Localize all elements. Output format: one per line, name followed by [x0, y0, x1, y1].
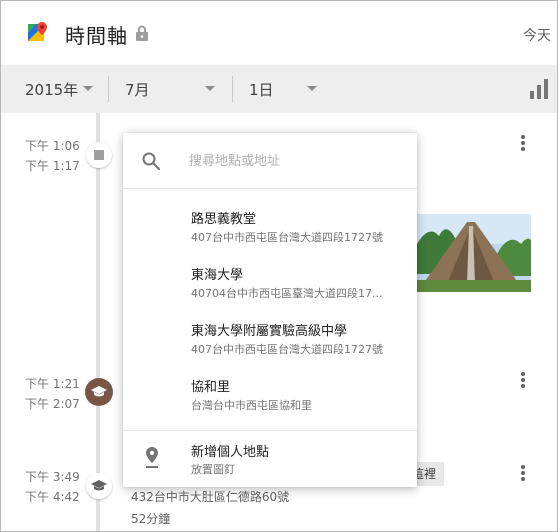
result-name: 路思義教堂	[191, 212, 257, 227]
search-result-item[interactable]: 東海大學 40704台中市西屯區臺灣大道四段17...	[123, 262, 417, 318]
divider	[232, 76, 233, 102]
search-result-item[interactable]: 協和里 台灣台中市西屯區協和里	[123, 374, 417, 430]
entry-start-time: 下午 1:21	[25, 377, 80, 391]
search-icon	[142, 152, 161, 171]
add-place-sublabel: 放置圖釘	[191, 463, 235, 476]
result-name: 協和里	[191, 380, 231, 395]
day-dropdown[interactable]: 1日	[249, 65, 323, 113]
more-options-icon[interactable]	[520, 372, 526, 390]
search-input[interactable]	[189, 150, 399, 172]
church-photo-image	[417, 214, 531, 292]
chevron-down-icon	[83, 86, 93, 91]
search-row	[123, 133, 417, 189]
divider	[108, 76, 109, 102]
add-personal-place-button[interactable]: 新增個人地點 放置圖釘	[123, 431, 417, 487]
page-title: 時間軸	[65, 24, 128, 48]
timeline-line	[96, 113, 100, 532]
year-dropdown[interactable]: 2015年	[25, 65, 99, 113]
stop-node-icon	[86, 142, 112, 168]
entry-start-time: 下午 3:49	[25, 470, 80, 484]
place-address: 432台中市大肚區仁德路60號	[131, 490, 290, 504]
map-pin-icon	[146, 447, 158, 468]
entry-end-time: 下午 4:42	[25, 490, 80, 504]
chevron-down-icon	[307, 86, 317, 91]
more-options-icon[interactable]	[520, 465, 526, 483]
google-maps-logo-icon[interactable]	[27, 21, 49, 43]
month-value: 7月	[125, 80, 150, 99]
day-value: 1日	[249, 80, 274, 99]
chevron-down-icon	[205, 86, 215, 91]
result-address: 407台中市西屯區台灣大道四段1727號	[191, 231, 383, 244]
result-address: 台灣台中市西屯區協和里	[191, 399, 312, 412]
lock-icon[interactable]	[135, 25, 149, 41]
entry-end-time: 下午 1:17	[25, 159, 80, 173]
education-node-icon	[86, 473, 112, 499]
result-address: 40704台中市西屯區臺灣大道四段17...	[191, 287, 383, 300]
place-search-popup: 路思義教堂 407台中市西屯區台灣大道四段1727號 東海大學 40704台中市…	[123, 133, 417, 487]
header-bar: 時間軸 今天	[1, 1, 557, 65]
search-result-item[interactable]: 路思義教堂 407台中市西屯區台灣大道四段1727號	[123, 206, 417, 262]
result-name: 東海大學	[191, 268, 244, 283]
month-dropdown[interactable]: 7月	[125, 65, 221, 113]
year-value: 2015年	[25, 80, 79, 99]
place-photo[interactable]	[417, 214, 531, 292]
place-duration: 52分鐘	[131, 512, 171, 526]
bar-chart-icon[interactable]	[530, 79, 548, 99]
more-options-icon[interactable]	[520, 135, 526, 153]
entry-end-time: 下午 2:07	[25, 397, 80, 411]
add-place-label: 新增個人地點	[191, 445, 270, 460]
result-name: 東海大學附屬實驗高級中學	[191, 324, 348, 339]
today-link[interactable]: 今天	[523, 25, 551, 45]
result-address: 407台中市西屯區台灣大道四段1727號	[191, 343, 383, 356]
entry-start-time: 下午 1:06	[25, 139, 80, 153]
education-node-icon	[85, 378, 113, 406]
search-result-item[interactable]: 東海大學附屬實驗高級中學 407台中市西屯區台灣大道四段1727號	[123, 318, 417, 374]
date-selector-bar: 2015年 7月 1日	[1, 65, 557, 113]
